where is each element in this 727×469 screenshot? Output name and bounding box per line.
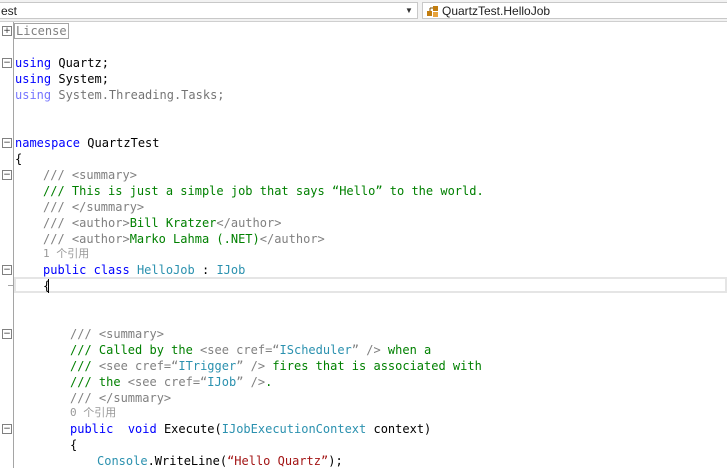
code-line: /// <see cref=“ITrigger” /> fires that i… bbox=[70, 359, 482, 373]
code-line: − using Quartz; bbox=[2, 56, 109, 70]
code-line: { bbox=[15, 152, 23, 166]
code-line: Console.WriteLine(“Hello Quartz”); bbox=[97, 454, 343, 468]
code-line: { bbox=[70, 438, 78, 452]
collapse-icon[interactable]: − bbox=[2, 424, 12, 434]
code-editor[interactable]: + License − using Quartz; using System; … bbox=[0, 22, 727, 468]
code-line: using System.Threading.Tasks; bbox=[15, 88, 225, 102]
code-line: { bbox=[0, 278, 727, 294]
code-line: − public void Execute(IJobExecutionConte… bbox=[2, 422, 432, 436]
codelens-references[interactable]: 0 个引用 bbox=[70, 405, 116, 421]
code-line: − /// <summary> bbox=[2, 168, 137, 182]
text-caret bbox=[48, 279, 49, 293]
code-line: /// <author>Bill Kratzer</author> bbox=[43, 216, 282, 230]
code-line: /// the <see cref=“IJob” />. bbox=[70, 375, 273, 389]
collapse-icon[interactable]: − bbox=[2, 58, 12, 68]
chevron-down-icon[interactable]: ▼ bbox=[403, 4, 415, 17]
navigation-bar: est ▼ QuartzTest.HelloJob bbox=[0, 0, 727, 22]
codelens: 0 个引用 bbox=[0, 405, 727, 421]
project-dropdown[interactable]: est ▼ bbox=[0, 2, 418, 19]
code-line: /// This is just a simple job that says … bbox=[43, 184, 484, 198]
collapse-icon[interactable]: − bbox=[2, 170, 12, 180]
codelens-references[interactable]: 1 个引用 bbox=[43, 246, 89, 262]
expand-icon[interactable]: + bbox=[2, 26, 12, 36]
member-dropdown[interactable]: QuartzTest.HelloJob bbox=[422, 2, 727, 19]
collapse-icon[interactable]: − bbox=[2, 138, 12, 148]
class-icon bbox=[427, 6, 438, 17]
code-line: − /// <summary> bbox=[2, 327, 164, 341]
code-line: /// <author>Marko Lahma (.NET)</author> bbox=[43, 232, 325, 246]
codelens: 1 个引用 bbox=[0, 246, 727, 262]
collapse-icon[interactable]: − bbox=[2, 265, 12, 275]
code-line: − namespace QuartzTest bbox=[2, 136, 160, 150]
collapsed-region[interactable]: License bbox=[14, 23, 69, 39]
code-line: /// Called by the <see cref=“IScheduler”… bbox=[70, 343, 432, 357]
code-line: + License bbox=[0, 23, 727, 39]
code-line: − public class HelloJob : IJob bbox=[2, 263, 246, 277]
collapse-icon[interactable]: − bbox=[2, 329, 12, 339]
member-dropdown-label: QuartzTest.HelloJob bbox=[442, 4, 551, 18]
project-dropdown-label: est bbox=[1, 4, 18, 18]
code-line: /// </summary> bbox=[43, 200, 145, 214]
code-line: /// </summary> bbox=[70, 391, 172, 405]
code-line: using System; bbox=[15, 72, 109, 86]
